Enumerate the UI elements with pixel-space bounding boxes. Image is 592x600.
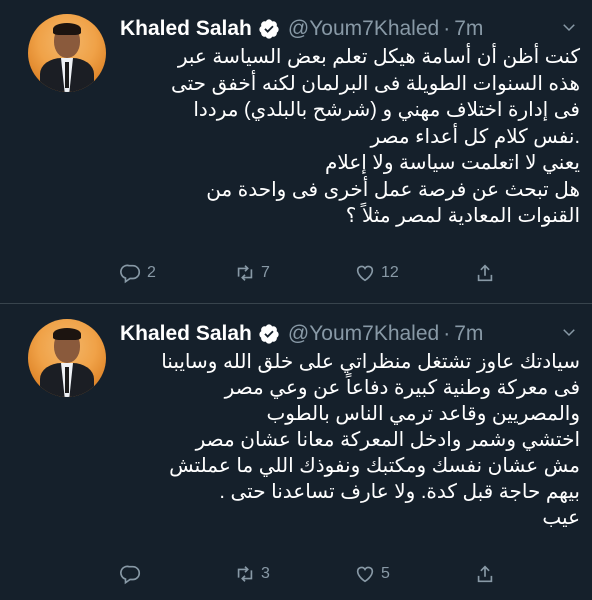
avatar-tie xyxy=(65,367,69,393)
retweet-count: 7 xyxy=(261,264,270,281)
tweet-text-line: والمصريين وقاعد ترمي الناس بالطوب xyxy=(266,403,580,425)
verified-icon xyxy=(259,19,279,39)
retweet-count: 3 xyxy=(261,565,270,582)
like-count: 5 xyxy=(381,565,390,582)
like-icon xyxy=(356,265,374,282)
author-handle[interactable]: @Youm7Khaled xyxy=(288,17,439,41)
tweet-actions: 3 5 xyxy=(120,563,540,587)
share-button[interactable] xyxy=(474,563,496,585)
author-handle[interactable]: @Youm7Khaled xyxy=(288,322,439,346)
avatar-hair xyxy=(53,328,81,340)
tweet-text-line: هل تبحث عن فرصة عمل أخرى فى واحدة من xyxy=(206,178,580,201)
avatar[interactable] xyxy=(28,14,106,92)
retweet-icon xyxy=(237,265,253,281)
tweet[interactable]: Khaled Salah @Youm7Khaled · 7m كنت أظن أ… xyxy=(0,0,592,304)
tweet-text-line: القنوات المعادية لمصر مثلاً ؟ xyxy=(345,205,580,227)
avatar-tie xyxy=(65,62,69,88)
tweet-text-line: مش عشان نفسك ومكتبك ونفوذك اللي ما عملتش xyxy=(169,455,580,477)
tweet-text-line: هذه السنوات الطويلة فى البرلمان لكنه أخف… xyxy=(170,72,580,95)
share-button[interactable] xyxy=(474,262,496,284)
reply-icon xyxy=(120,264,141,284)
tweet-timestamp[interactable]: 7m xyxy=(454,322,483,346)
reply-button[interactable]: 2 xyxy=(120,262,156,284)
tweet-text-line: اختشي وشمر وادخل المعركة معانا عشان مصر xyxy=(195,429,580,451)
share-icon xyxy=(477,565,493,583)
tweet-text-line: عيب xyxy=(542,507,580,529)
reply-icon xyxy=(120,565,141,585)
tweet-divider xyxy=(0,303,592,304)
tweet-header: Khaled Salah @Youm7Khaled · 7m xyxy=(120,319,483,349)
verified-icon xyxy=(259,324,279,344)
chevron-down-icon[interactable] xyxy=(560,323,578,341)
tweet-text-line: سيادتك عاوز تشتغل منظراتي على خلق الله و… xyxy=(161,351,580,373)
tweet-text-line: يعني لا اتعلمت سياسة ولا إعلام xyxy=(325,152,580,174)
tweet[interactable]: Khaled Salah @Youm7Khaled · 7m سيادتك عا… xyxy=(0,305,592,600)
tweet-text-line: .نفس كلام كل أعداء مصر xyxy=(370,125,580,148)
retweet-button[interactable]: 3 xyxy=(234,563,270,585)
tweet-text-line: فى إدارة اختلاف مهني و (شرشح بالبلدي) مر… xyxy=(193,99,580,121)
chevron-down-icon[interactable] xyxy=(560,18,578,36)
tweet-text-line: بيهم حاجة قبل كدة. ولا عارف تساعدنا حتى … xyxy=(219,481,580,503)
retweet-icon xyxy=(237,566,253,582)
retweet-button[interactable]: 7 xyxy=(234,262,270,284)
like-icon xyxy=(356,566,374,583)
avatar[interactable] xyxy=(28,319,106,397)
author-name[interactable]: Khaled Salah xyxy=(120,17,252,41)
tweet-text: كنت أظن أن أسامة هيكل تعلم بعض السياسة ع… xyxy=(120,44,580,230)
like-count: 12 xyxy=(381,264,399,281)
share-icon xyxy=(477,264,493,282)
tweet-text-line: فى معركة وطنية كبيرة دفاعاً عن وعي مصر xyxy=(224,377,580,399)
reply-button[interactable] xyxy=(120,563,147,585)
tweet-actions: 2 7 12 xyxy=(120,262,540,286)
like-button[interactable]: 12 xyxy=(354,262,399,284)
separator-dot: · xyxy=(443,322,451,345)
like-button[interactable]: 5 xyxy=(354,563,390,585)
reply-count: 2 xyxy=(147,264,156,281)
tweet-text-line: كنت أظن أن أسامة هيكل تعلم بعض السياسة ع… xyxy=(177,46,580,68)
avatar-hair xyxy=(53,23,81,35)
author-name[interactable]: Khaled Salah xyxy=(120,322,252,346)
tweet-header: Khaled Salah @Youm7Khaled · 7m xyxy=(120,14,483,44)
tweet-timestamp[interactable]: 7m xyxy=(454,17,483,41)
separator-dot: · xyxy=(443,17,451,40)
tweet-text: سيادتك عاوز تشتغل منظراتي على خلق الله و… xyxy=(120,349,580,531)
